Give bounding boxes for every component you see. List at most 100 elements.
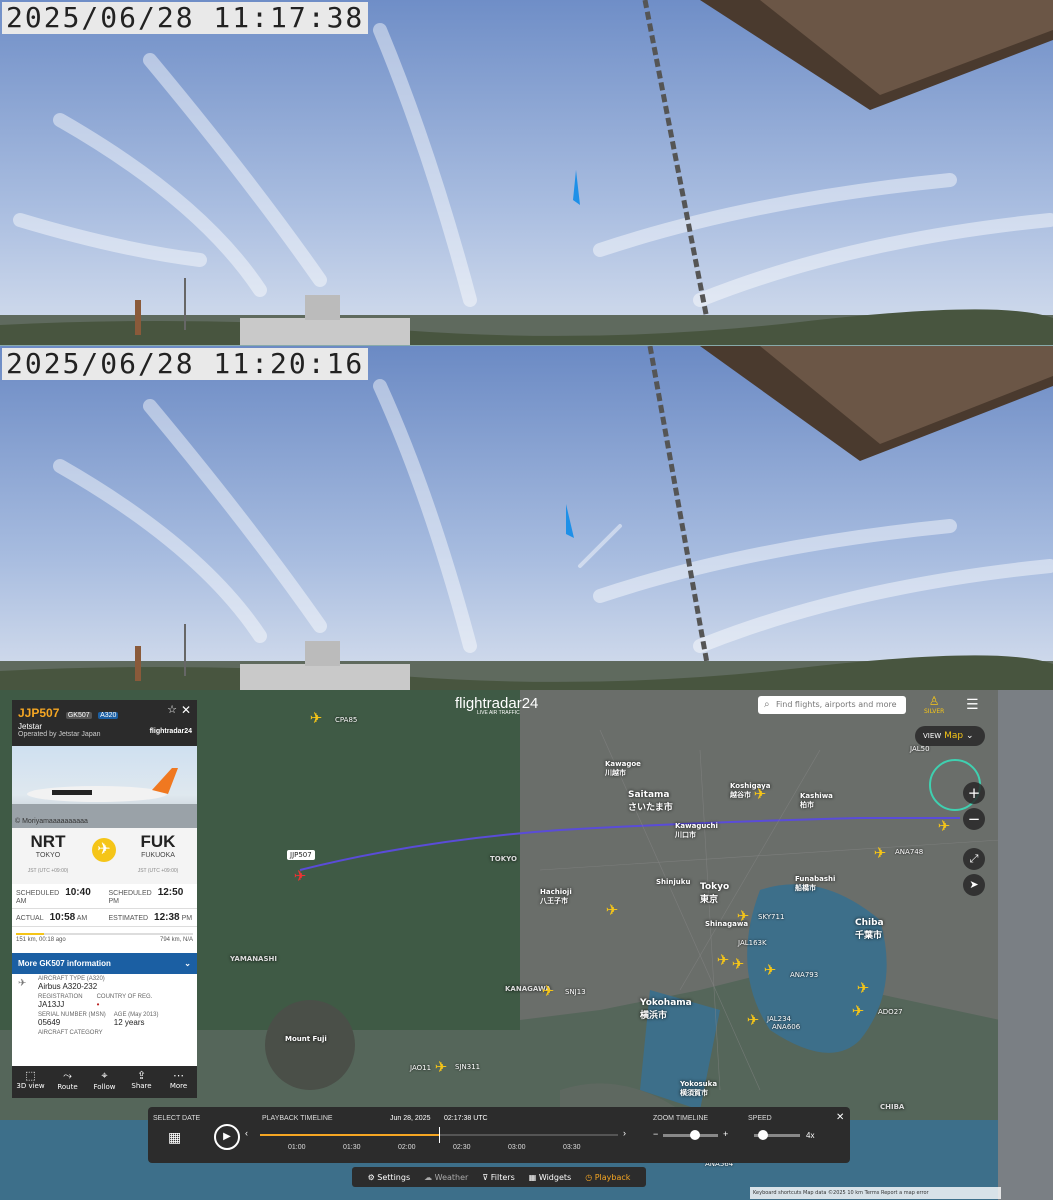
settings-button[interactable]: ⚙ Settings bbox=[368, 1173, 411, 1182]
city-saitama: Saitama さいたま市 bbox=[628, 790, 673, 813]
flight-tag: ANA793 bbox=[790, 971, 819, 979]
close-icon[interactable]: ✕ bbox=[181, 703, 191, 717]
selected-flight-label[interactable]: JJP507 bbox=[287, 850, 315, 860]
aircraft-icon[interactable]: ✈ bbox=[872, 845, 888, 861]
aircraft-icon[interactable]: ✈ bbox=[762, 962, 778, 978]
more-button[interactable]: ⋯ More bbox=[160, 1066, 197, 1098]
flight-tag: JAL234 bbox=[767, 1015, 791, 1023]
timeline-tick-label: 01:30 bbox=[343, 1144, 361, 1151]
locate-icon[interactable]: ➤ bbox=[963, 874, 985, 896]
city-kawagoe: Kawagoe 川越市 bbox=[605, 760, 641, 777]
calendar-icon[interactable]: ▦ bbox=[168, 1129, 181, 1146]
zoom-plus-icon[interactable]: + bbox=[723, 1129, 728, 1139]
widgets-button[interactable]: ▦ Widgets bbox=[529, 1173, 571, 1182]
flight-tag: JAL163K bbox=[738, 939, 767, 947]
selected-aircraft-icon[interactable]: ✈ bbox=[292, 868, 308, 884]
chevron-down-icon: ⌄ bbox=[184, 959, 191, 968]
playback-date: Jun 28, 2025 bbox=[390, 1115, 431, 1122]
timeline-forward-icon[interactable]: › bbox=[623, 1128, 626, 1138]
timeline-tick-label: 03:30 bbox=[563, 1144, 581, 1151]
origin-airport[interactable]: NRT TOKYO JST (UTC +09:00) bbox=[18, 832, 78, 877]
timeline-tick-label: 02:30 bbox=[453, 1144, 471, 1151]
fullscreen-icon[interactable]: ⤢ bbox=[963, 848, 985, 870]
city-mount-fuji: Mount Fuji bbox=[285, 1035, 327, 1043]
timeline-tick-label: 01:00 bbox=[288, 1144, 306, 1151]
route-button[interactable]: ⤳ Route bbox=[49, 1066, 86, 1098]
plane-icon: ✈ bbox=[92, 838, 116, 862]
aircraft-icon[interactable]: ✈ bbox=[604, 902, 620, 918]
share-icon: ⇪ bbox=[136, 1069, 147, 1082]
aircraft-icon: ✈ bbox=[18, 978, 27, 989]
aircraft-icon[interactable]: ✈ bbox=[433, 1059, 449, 1075]
camera-frame-2: 2025/06/28 11:20:16 bbox=[0, 345, 1053, 691]
timeline-tick-label: 03:00 bbox=[508, 1144, 526, 1151]
view-selector[interactable]: VIEW Map ⌄ bbox=[915, 726, 985, 746]
aircraft-icon[interactable]: ✈ bbox=[745, 1012, 761, 1028]
flight-tag: JAL50 bbox=[910, 745, 930, 753]
flag-icon: • bbox=[96, 1000, 100, 1009]
destination-airport[interactable]: FUK FUKUOKA JST (UTC +09:00) bbox=[128, 832, 188, 877]
select-date-label: SELECT DATE bbox=[153, 1115, 201, 1122]
right-sidebar bbox=[998, 690, 1053, 1200]
flight-progress: 151 km, 00:18 ago 794 km, N/A bbox=[12, 927, 197, 953]
speed-value: 4x bbox=[806, 1131, 815, 1140]
flight-tag: CPA85 bbox=[335, 716, 358, 724]
close-icon[interactable]: ✕ bbox=[836, 1112, 844, 1123]
zoom-timeline-label: ZOOM TIMELINE bbox=[653, 1115, 709, 1122]
timeline-cursor[interactable] bbox=[439, 1127, 440, 1143]
aircraft-icon[interactable]: ✈ bbox=[752, 786, 768, 802]
weather-button[interactable]: ☁ Weather bbox=[424, 1173, 468, 1182]
city-yokohama: Yokohama 横浜市 bbox=[640, 998, 692, 1021]
zoom-minus-icon[interactable]: − bbox=[653, 1129, 658, 1139]
flight-tag: ADO27 bbox=[878, 1008, 903, 1016]
zoom-out-button[interactable]: − bbox=[963, 808, 985, 830]
more-info-button[interactable]: More GK507 information ⌄ bbox=[12, 953, 197, 974]
aircraft-icon[interactable]: ✈ bbox=[936, 818, 952, 834]
follow-button[interactable]: ⌖ Follow bbox=[86, 1066, 123, 1098]
playback-panel: SELECT DATE ▦ ▶ PLAYBACK TIMELINE Jun 28… bbox=[148, 1107, 850, 1163]
3d-view-button[interactable]: ⬚ 3D view bbox=[12, 1066, 49, 1098]
city-chiba: Chiba 千葉市 bbox=[855, 918, 884, 941]
flight-tag: SKY711 bbox=[758, 913, 785, 921]
playback-button[interactable]: ◷ Playback bbox=[585, 1173, 630, 1182]
zoom-in-button[interactable]: + bbox=[963, 782, 985, 804]
flight-tag: SNJ13 bbox=[565, 988, 586, 996]
speed-label: SPEED bbox=[748, 1115, 772, 1122]
region-yamanashi: YAMANASHI bbox=[230, 955, 277, 963]
city-funabashi: Funabashi 船橋市 bbox=[795, 875, 836, 892]
zoom-slider-handle[interactable] bbox=[690, 1130, 700, 1140]
flight-times: SCHEDULED 10:40 AM SCHEDULED 12:50 PM ACTU… bbox=[12, 884, 197, 927]
aircraft-photo[interactable]: © Moriyamaaaaaaaaaa bbox=[12, 746, 197, 828]
aircraft-icon[interactable]: ✈ bbox=[850, 1003, 866, 1019]
aircraft-icon[interactable]: ✈ bbox=[308, 710, 324, 726]
aircraft-icon[interactable]: ✈ bbox=[735, 908, 751, 924]
aircraft-photo-image bbox=[12, 768, 197, 828]
city-shinjuku: Shinjuku bbox=[656, 878, 691, 886]
aircraft-type-tag: A320 bbox=[98, 712, 119, 719]
account-button[interactable]: ♙ SILVER bbox=[924, 694, 944, 715]
aircraft-icon[interactable]: ✈ bbox=[730, 956, 746, 972]
more-icon: ⋯ bbox=[173, 1069, 184, 1082]
cube-icon: ⬚ bbox=[25, 1069, 36, 1082]
bottom-menu: ⚙ Settings ☁ Weather ⊽ Filters ▦ Widgets… bbox=[352, 1167, 646, 1187]
play-button[interactable]: ▶ bbox=[214, 1124, 240, 1150]
aircraft-icon[interactable]: ✈ bbox=[715, 952, 731, 968]
map-footer: Keyboard shortcuts Map data ©2025 10 km … bbox=[750, 1187, 1001, 1199]
speed-slider-handle[interactable] bbox=[758, 1130, 768, 1140]
menu-icon[interactable]: ☰ bbox=[966, 697, 979, 713]
flight-tag: JAO11 bbox=[410, 1064, 432, 1072]
flight-callsign: JJP507 bbox=[18, 706, 60, 720]
star-icon[interactable]: ☆ bbox=[167, 703, 177, 716]
brand-label: flightradar24 bbox=[149, 728, 192, 735]
timeline-back-icon[interactable]: ‹ bbox=[245, 1128, 248, 1138]
filters-button[interactable]: ⊽ Filters bbox=[482, 1173, 514, 1182]
user-icon: ♙ bbox=[928, 694, 940, 708]
aircraft-icon[interactable]: ✈ bbox=[855, 980, 871, 996]
search-input[interactable]: Find flights, airports and more bbox=[758, 696, 906, 714]
share-button[interactable]: ⇪ Share bbox=[123, 1066, 160, 1098]
city-hachioji: Hachioji 八王子市 bbox=[540, 888, 572, 905]
city-kawaguchi: Kawaguchi 川口市 bbox=[675, 822, 718, 839]
timestamp: 2025/06/28 11:17:38 bbox=[2, 2, 369, 34]
fr24-logo[interactable]: flightradar24 LIVE AIR TRAFFIC bbox=[455, 695, 538, 716]
aircraft-icon[interactable]: ✈ bbox=[540, 983, 556, 999]
